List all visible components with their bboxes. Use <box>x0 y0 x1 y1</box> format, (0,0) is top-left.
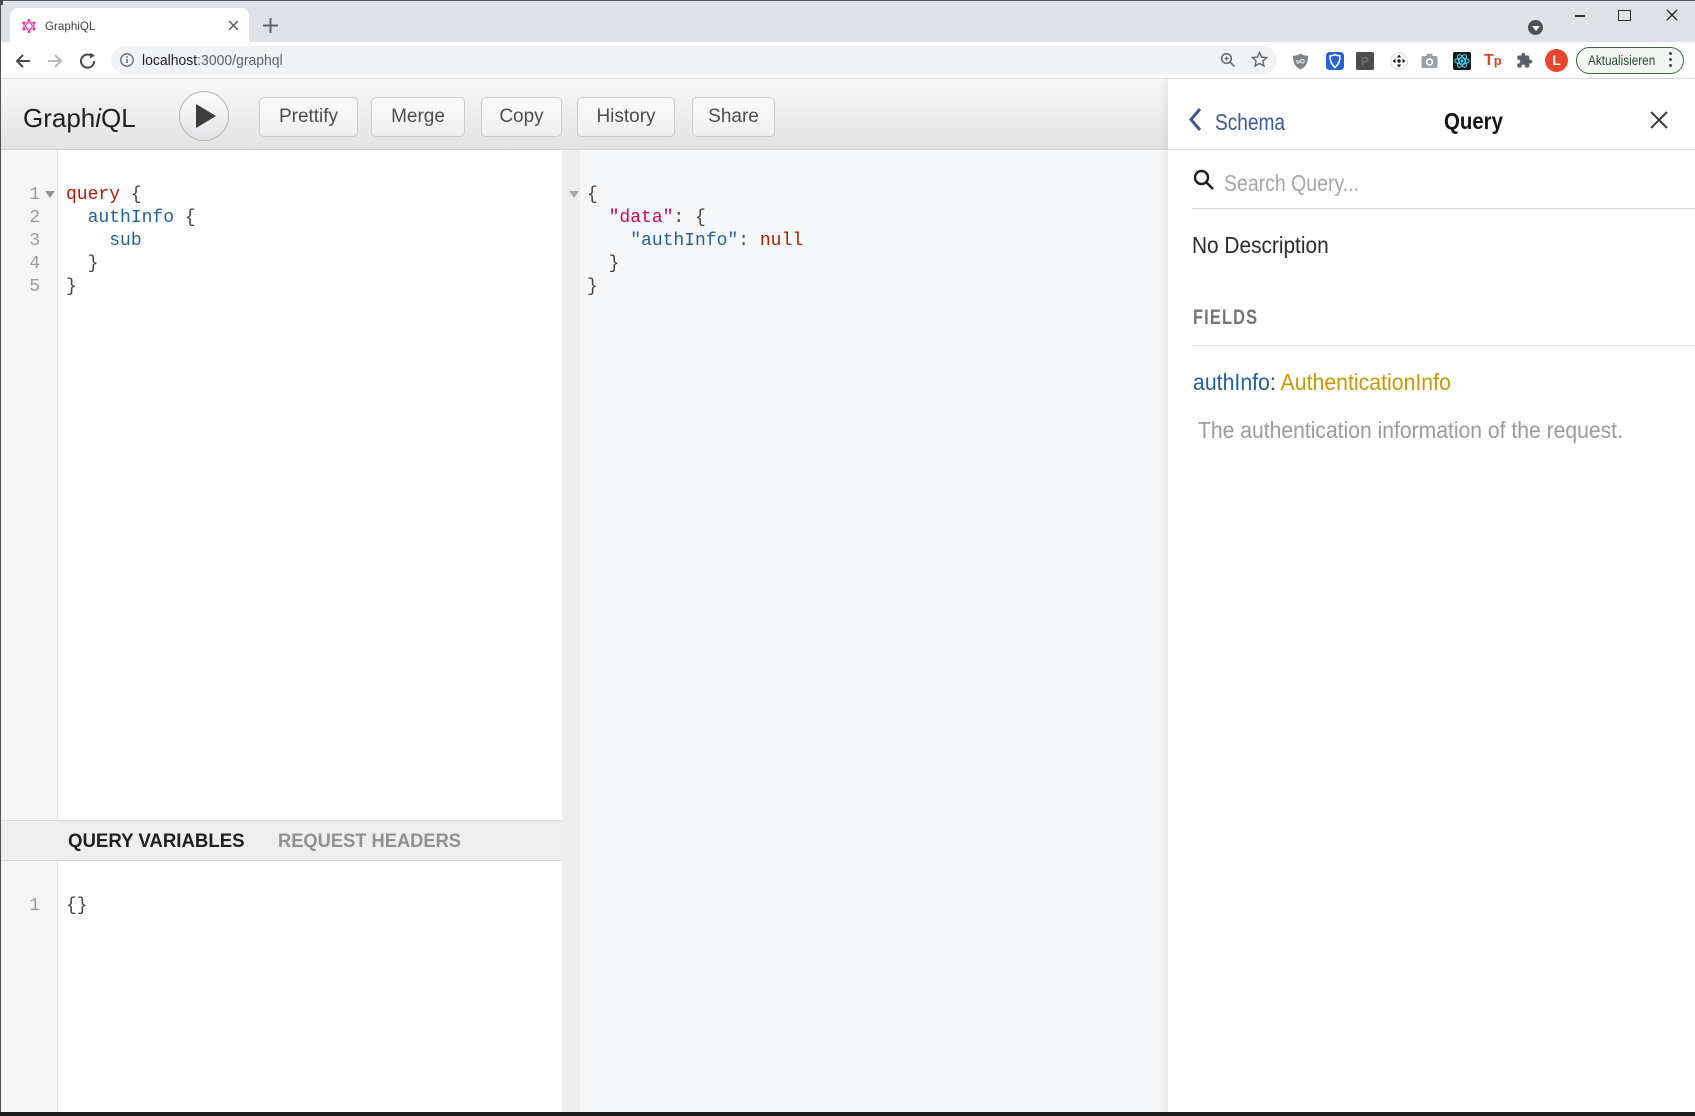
svg-text:P: P <box>1361 55 1369 69</box>
svg-text:uO: uO <box>1296 59 1305 66</box>
